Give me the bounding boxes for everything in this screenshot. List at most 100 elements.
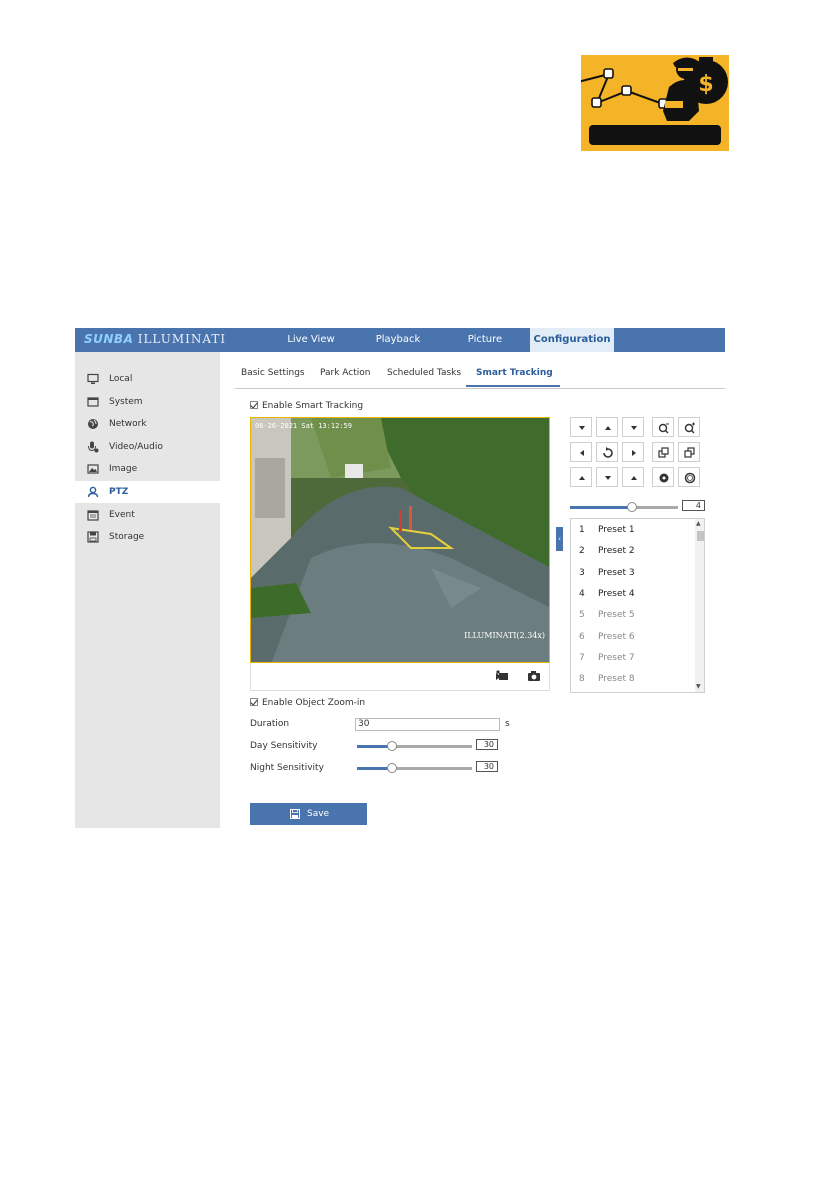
- scroll-down-icon[interactable]: ▼: [696, 683, 701, 690]
- camera-capture-icon[interactable]: [527, 670, 541, 682]
- preset-list-scrollbar[interactable]: ▲ ▼: [695, 519, 704, 692]
- tracking-thief-logo: $: [581, 55, 729, 151]
- sidebar-item-label: Video/Audio: [109, 442, 163, 452]
- scrollbar-thumb[interactable]: [697, 531, 704, 541]
- preset-number: 2: [579, 546, 585, 556]
- sidebar-item-local[interactable]: Local: [75, 368, 220, 390]
- zoom-out-button[interactable]: [652, 417, 674, 437]
- active-tab-indicator: [466, 385, 560, 387]
- checkbox-checked[interactable]: [250, 698, 258, 706]
- sidebar-item-label: Storage: [109, 532, 145, 542]
- arrow-down-left-icon: [579, 476, 585, 480]
- zoom-in-icon: [684, 422, 695, 434]
- preset-name: Preset 4: [598, 589, 635, 599]
- sidebar-item-video-audio[interactable]: Video/Audio: [75, 436, 220, 458]
- preset-number: 7: [579, 653, 585, 663]
- arrow-up-left-icon: [579, 426, 585, 430]
- nav-picture[interactable]: Picture: [446, 328, 524, 352]
- save-label: Save: [307, 809, 330, 819]
- duration-input[interactable]: 30: [355, 718, 500, 731]
- sidebar-item-ptz[interactable]: PTZ: [75, 481, 220, 503]
- sidebar-item-event[interactable]: Event: [75, 504, 220, 526]
- preset-row[interactable]: 1 Preset 1: [571, 520, 695, 541]
- camera-config-app: SUNBA ILLUMINATI Live View Playback Pict…: [75, 328, 725, 828]
- ptz-speed-slider[interactable]: [570, 502, 678, 512]
- nav-playback[interactable]: Playback: [360, 328, 436, 352]
- night-sensitivity-slider[interactable]: [357, 763, 472, 773]
- nav-live-view[interactable]: Live View: [272, 328, 350, 352]
- preset-number: 3: [579, 568, 585, 578]
- iris-open-icon: [684, 472, 696, 484]
- day-sensitivity-label: Day Sensitivity: [250, 741, 318, 751]
- enable-object-zoom-checkbox[interactable]: Enable Object Zoom-in: [250, 698, 365, 708]
- preset-row[interactable]: 2 Preset 2: [571, 541, 695, 562]
- preset-number: 8: [579, 674, 585, 684]
- ptz-up-left-button[interactable]: [570, 417, 592, 437]
- nav-configuration[interactable]: Configuration: [530, 328, 614, 352]
- preset-number: 6: [579, 632, 585, 642]
- preset-row[interactable]: 3 Preset 3: [571, 563, 695, 584]
- tab-park-action[interactable]: Park Action: [320, 368, 371, 378]
- sidebar-item-image[interactable]: Image: [75, 458, 220, 480]
- sidebar-item-network[interactable]: Network: [75, 413, 220, 435]
- day-sensitivity-slider[interactable]: [357, 741, 472, 751]
- tab-scheduled-tasks[interactable]: Scheduled Tasks: [387, 368, 461, 378]
- preset-row[interactable]: 6 Preset 6: [571, 627, 695, 648]
- ptz-right-button[interactable]: [622, 442, 644, 462]
- sidebar-item-system[interactable]: System: [75, 391, 220, 413]
- save-button[interactable]: Save: [250, 803, 367, 825]
- rotate-icon: [603, 447, 613, 458]
- enable-object-zoom-label: Enable Object Zoom-in: [262, 698, 366, 708]
- scroll-up-icon[interactable]: ▲: [696, 520, 701, 527]
- disk-icon: [87, 531, 99, 543]
- focus-near-button[interactable]: [652, 442, 674, 462]
- arrow-up-icon: [605, 426, 611, 430]
- preset-name: Preset 1: [598, 525, 635, 535]
- day-sensitivity-handle[interactable]: [387, 741, 397, 751]
- focus-far-button[interactable]: [678, 442, 700, 462]
- arrow-down-right-icon: [631, 476, 637, 480]
- brand-sub: ILLUMINATI: [137, 332, 227, 346]
- sidebar-item-storage[interactable]: Storage: [75, 526, 220, 548]
- sidebar-item-label: Local: [109, 374, 133, 384]
- checkbox-checked[interactable]: [250, 401, 258, 409]
- top-nav-bar: SUNBA ILLUMINATI Live View Playback Pict…: [75, 328, 725, 352]
- sidebar-item-label: Image: [109, 464, 138, 474]
- zoom-in-button[interactable]: [678, 417, 700, 437]
- ptz-down-right-button[interactable]: [622, 467, 644, 487]
- ptz-auto-rotate-button[interactable]: [596, 442, 618, 462]
- calendar-icon: [87, 510, 99, 521]
- night-sensitivity-handle[interactable]: [387, 763, 397, 773]
- preset-row[interactable]: 4 Preset 4: [571, 584, 695, 605]
- tab-basic-settings[interactable]: Basic Settings: [241, 368, 305, 378]
- collapse-ptz-panel-button[interactable]: ‹: [556, 527, 563, 551]
- preset-list: 1 Preset 1 2 Preset 2 3 Preset 3 4 Preset 4 …: [570, 518, 705, 693]
- video-frame: [251, 418, 549, 662]
- day-sensitivity-value[interactable]: 30: [476, 739, 498, 750]
- video-record-icon[interactable]: [495, 670, 509, 682]
- ptz-up-right-button[interactable]: [622, 417, 644, 437]
- arrow-right-icon: [632, 450, 636, 456]
- ptz-up-button[interactable]: [596, 417, 618, 437]
- ptz-speed-fill: [570, 506, 632, 509]
- live-video-preview[interactable]: 06-26-2021 Sat 13:12:59 ILLUMINATI(2.34x…: [250, 417, 550, 663]
- preset-name: Preset 2: [598, 546, 635, 556]
- iris-close-button[interactable]: [652, 467, 674, 487]
- tab-smart-tracking[interactable]: Smart Tracking: [476, 368, 553, 378]
- brand-logo: SUNBA ILLUMINATI: [84, 332, 226, 346]
- sidebar-item-label: System: [109, 397, 143, 407]
- preset-row[interactable]: 5 Preset 5: [571, 605, 695, 626]
- sidebar-item-label: Network: [109, 419, 147, 429]
- ptz-down-button[interactable]: [596, 467, 618, 487]
- preset-row[interactable]: 7 Preset 7: [571, 648, 695, 669]
- ptz-left-button[interactable]: [570, 442, 592, 462]
- ptz-down-left-button[interactable]: [570, 467, 592, 487]
- arrow-down-icon: [605, 476, 611, 480]
- sidebar-item-label: PTZ: [109, 487, 129, 497]
- enable-smart-tracking-checkbox[interactable]: Enable Smart Tracking: [250, 401, 363, 411]
- night-sensitivity-value[interactable]: 30: [476, 761, 498, 772]
- ptz-speed-handle[interactable]: [627, 502, 637, 512]
- preset-row[interactable]: 8 Preset 8: [571, 669, 695, 690]
- iris-open-button[interactable]: [678, 467, 700, 487]
- arrow-up-right-icon: [631, 426, 637, 430]
